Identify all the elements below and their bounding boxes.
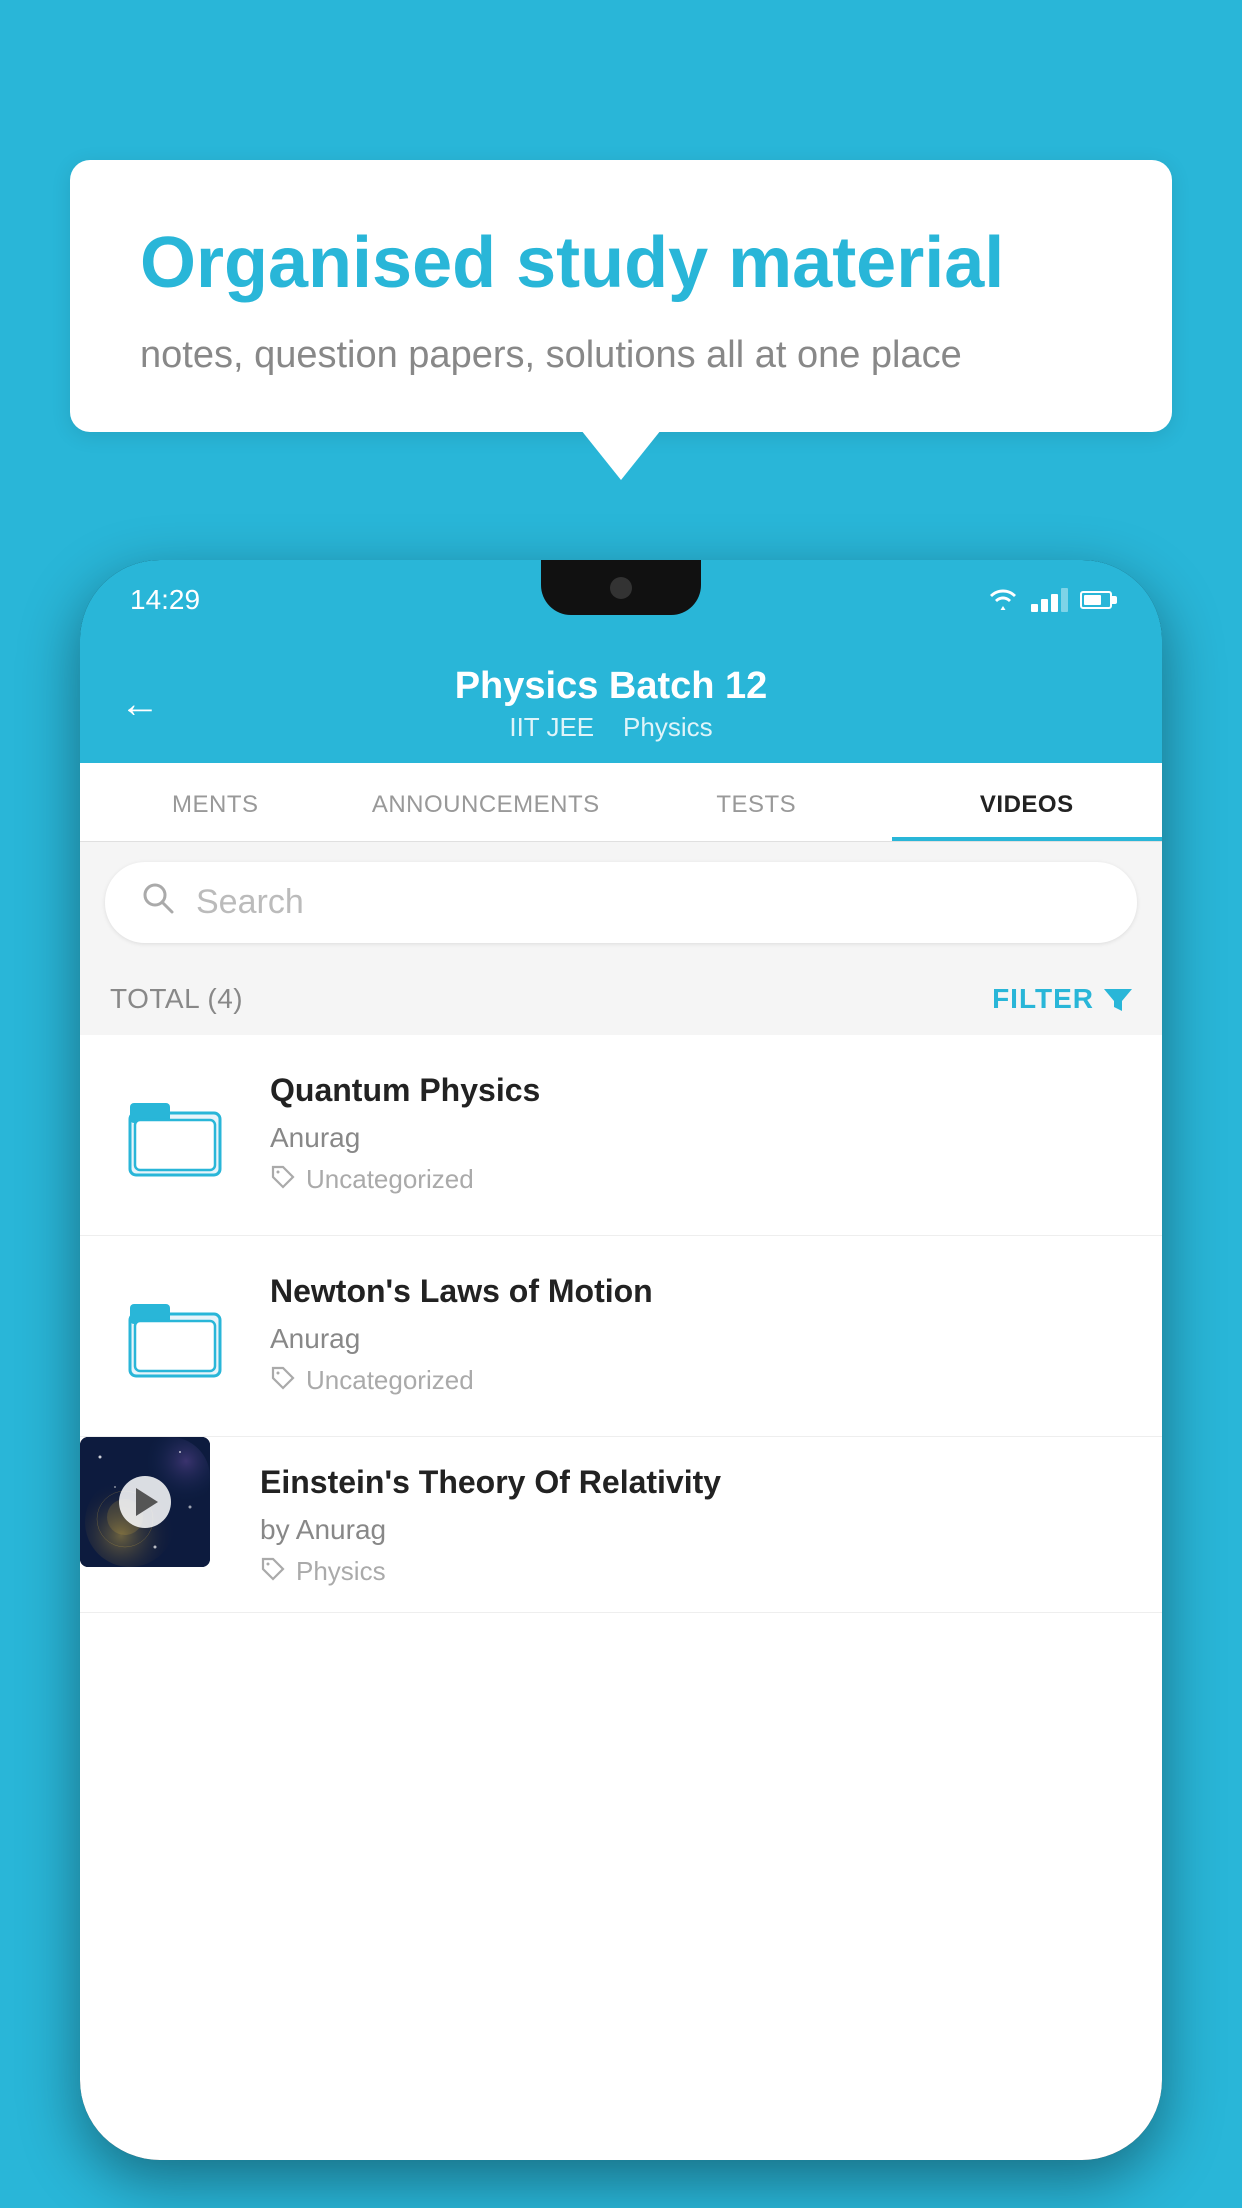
search-icon: [140, 880, 176, 925]
speech-bubble: Organised study material notes, question…: [70, 160, 1172, 432]
tag-icon-1: [270, 1164, 296, 1195]
filter-label: FILTER: [992, 983, 1094, 1015]
tag-text-1: Uncategorized: [306, 1164, 474, 1195]
signal-icon: [1031, 588, 1068, 612]
video-thumbnail-3: [80, 1437, 210, 1567]
batch-subtitle: IIT JEE Physics: [190, 712, 1032, 743]
batch-subject: Physics: [623, 712, 713, 742]
video-tag-2: Uncategorized: [270, 1365, 1132, 1396]
video-tag-3: Physics: [260, 1556, 1102, 1587]
video-title-3: Einstein's Theory Of Relativity: [260, 1462, 1102, 1504]
list-item[interactable]: Newton's Laws of Motion Anurag Uncategor…: [80, 1236, 1162, 1437]
filter-bar: TOTAL (4) FILTER: [80, 963, 1162, 1035]
total-count: TOTAL (4): [110, 983, 243, 1015]
filter-icon: [1104, 985, 1132, 1013]
notch: [541, 560, 701, 615]
tab-tests[interactable]: TESTS: [621, 763, 892, 841]
video-info-2: Newton's Laws of Motion Anurag Uncategor…: [270, 1271, 1132, 1396]
speech-bubble-title: Organised study material: [140, 220, 1102, 306]
tag-icon-2: [270, 1365, 296, 1396]
back-button[interactable]: ←: [120, 682, 160, 727]
list-item[interactable]: Quantum Physics Anurag Uncategorized: [80, 1035, 1162, 1236]
tab-videos[interactable]: VIDEOS: [892, 763, 1163, 841]
tag-text-2: Uncategorized: [306, 1365, 474, 1396]
video-author-2: Anurag: [270, 1323, 1132, 1355]
app-header: ← Physics Batch 12 IIT JEE Physics: [80, 640, 1162, 763]
batch-category: IIT JEE: [509, 712, 594, 742]
tag-icon-3: [260, 1556, 286, 1587]
camera: [610, 577, 632, 599]
tab-ments[interactable]: MENTS: [80, 763, 351, 841]
status-icons: [987, 588, 1112, 612]
phone-frame: 14:29: [80, 560, 1162, 2160]
list-item[interactable]: Einstein's Theory Of Relativity by Anura…: [80, 1437, 1162, 1613]
status-bar: 14:29: [80, 560, 1162, 640]
play-triangle-icon: [136, 1488, 158, 1516]
search-bar[interactable]: Search: [105, 862, 1137, 943]
speech-bubble-subtitle: notes, question papers, solutions all at…: [140, 334, 1102, 377]
battery-icon: [1080, 591, 1112, 609]
video-list: Quantum Physics Anurag Uncategorized: [80, 1035, 1162, 1613]
folder-thumbnail-1: [110, 1070, 240, 1200]
search-placeholder: Search: [196, 883, 304, 922]
video-tag-1: Uncategorized: [270, 1164, 1132, 1195]
speech-bubble-container: Organised study material notes, question…: [70, 160, 1172, 432]
video-author-3: by Anurag: [260, 1514, 1102, 1546]
tag-text-3: Physics: [296, 1556, 386, 1587]
folder-icon: [125, 1286, 225, 1386]
video-info-3: Einstein's Theory Of Relativity by Anura…: [240, 1437, 1132, 1612]
tab-announcements[interactable]: ANNOUNCEMENTS: [351, 763, 622, 841]
folder-thumbnail-2: [110, 1271, 240, 1401]
play-button-3[interactable]: [119, 1476, 171, 1528]
header-title-group: Physics Batch 12 IIT JEE Physics: [190, 665, 1032, 743]
filter-button[interactable]: FILTER: [992, 983, 1132, 1015]
phone-screen: ← Physics Batch 12 IIT JEE Physics MENTS…: [80, 640, 1162, 2160]
status-time: 14:29: [130, 584, 200, 616]
wifi-icon: [987, 588, 1019, 612]
batch-title: Physics Batch 12: [190, 665, 1032, 708]
video-author-1: Anurag: [270, 1122, 1132, 1154]
video-title-1: Quantum Physics: [270, 1070, 1132, 1112]
video-info-1: Quantum Physics Anurag Uncategorized: [270, 1070, 1132, 1195]
search-bar-container: Search: [80, 842, 1162, 963]
folder-icon: [125, 1085, 225, 1185]
tabs-bar: MENTS ANNOUNCEMENTS TESTS VIDEOS: [80, 763, 1162, 842]
video-title-2: Newton's Laws of Motion: [270, 1271, 1132, 1313]
